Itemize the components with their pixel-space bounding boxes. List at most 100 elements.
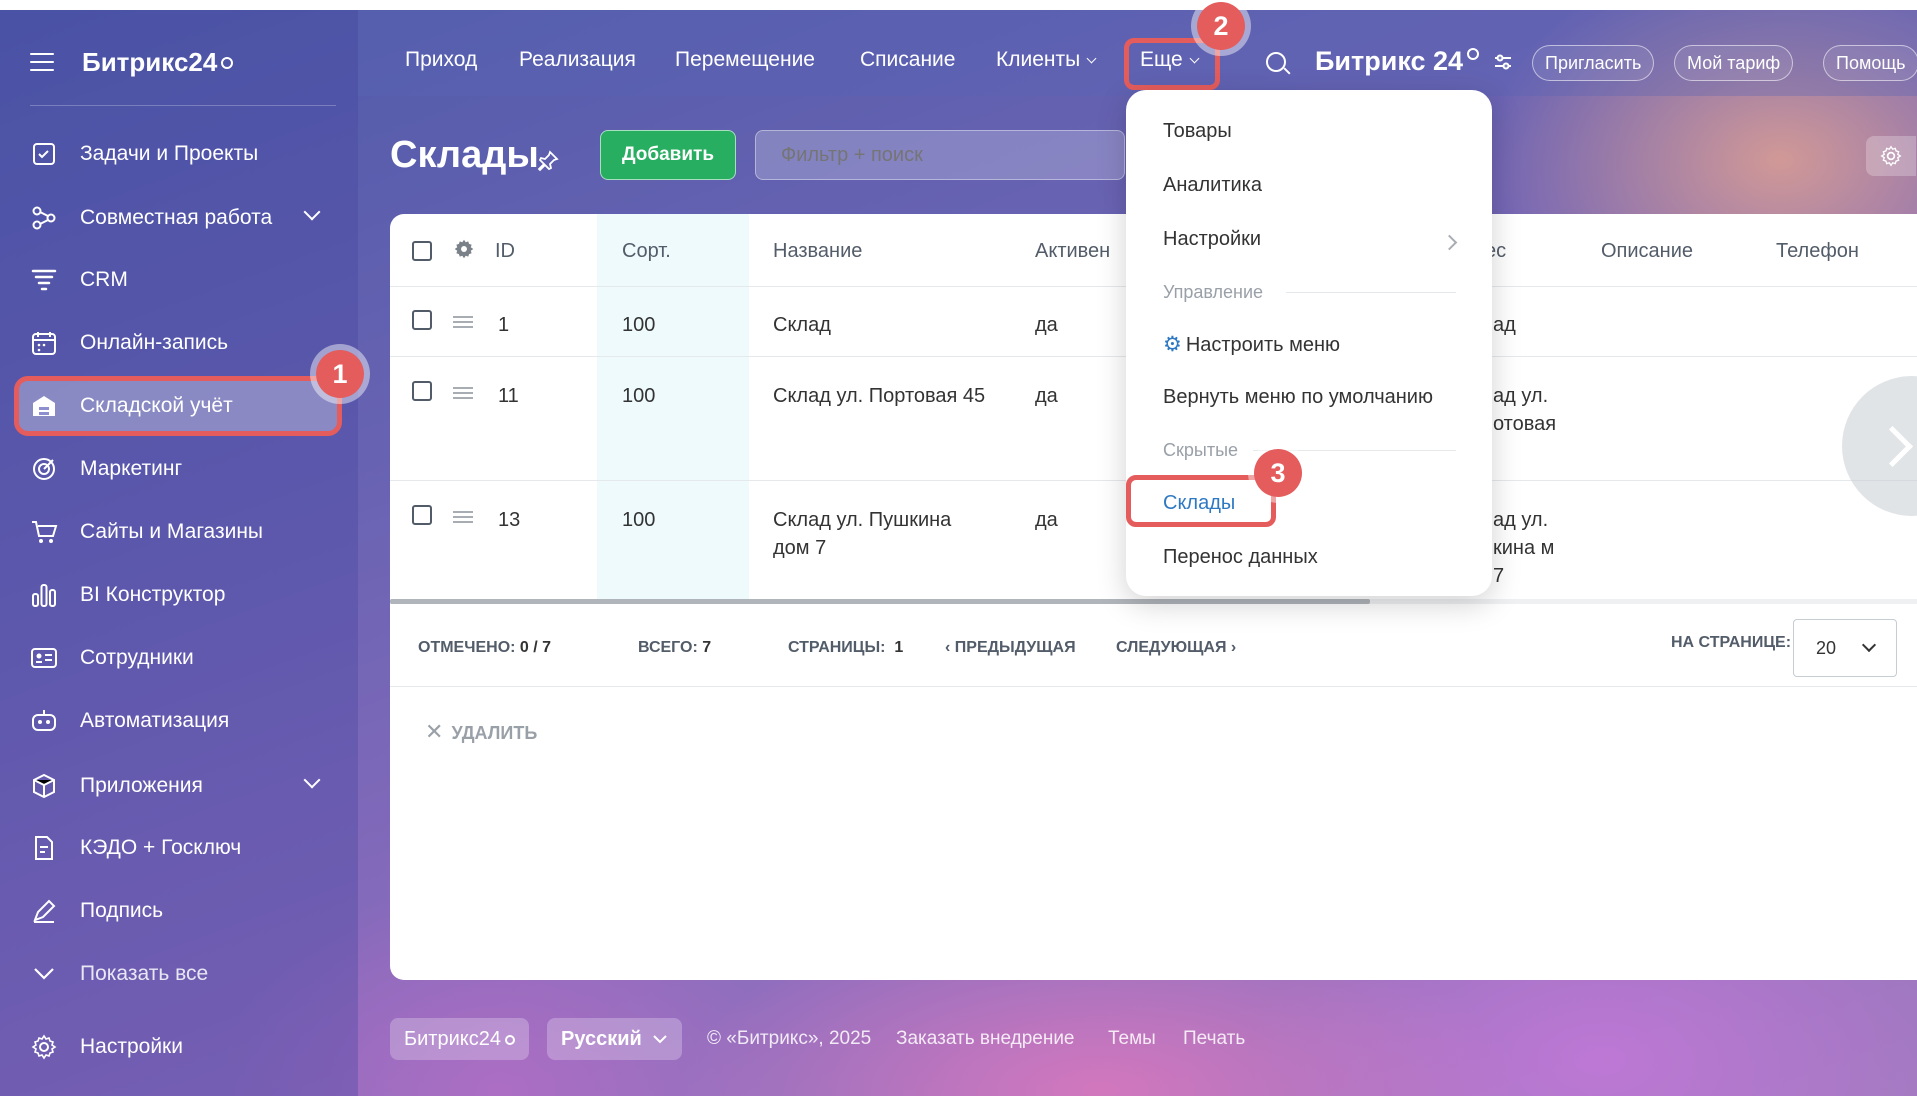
column-header-phone[interactable]: Телефон <box>1776 237 1859 265</box>
sidebar-item-signature[interactable]: Подпись <box>18 885 338 937</box>
footer-divider <box>390 686 1917 687</box>
sidebar-item-warehouse[interactable]: Складской учёт <box>14 376 342 436</box>
sidebar-item-settings[interactable]: Настройки <box>18 1021 338 1073</box>
per-page-select[interactable]: 20 <box>1793 619 1897 677</box>
sidebar-item-label: BI Конструктор <box>80 583 226 606</box>
cell-name[interactable]: Склад <box>773 311 831 339</box>
sidebar-item-crm[interactable]: CRM <box>18 254 338 306</box>
sidebar-item-tasks[interactable]: Задачи и Проекты <box>18 128 338 180</box>
drag-handle-icon[interactable] <box>453 387 473 399</box>
cell-name[interactable]: Склад ул. Пушкина дом 7 <box>773 506 988 562</box>
prev-page-link[interactable]: ‹ ПРЕДЫДУЩАЯ <box>945 639 1076 657</box>
add-button[interactable]: Добавить <box>600 130 736 180</box>
sidebar-item-marketing[interactable]: Маркетинг <box>18 443 338 495</box>
sidebar-item-sites[interactable]: Сайты и Магазины <box>18 506 338 558</box>
drag-handle-icon[interactable] <box>453 316 473 328</box>
chevron-down-icon[interactable] <box>303 203 321 221</box>
language-select[interactable]: Русский <box>547 1018 682 1060</box>
menu-item-configure[interactable]: ⚙ Настроить меню <box>1163 332 1340 357</box>
cart-icon <box>30 518 58 546</box>
cell-id: 13 <box>498 509 521 531</box>
menu-section-divider <box>1286 292 1456 293</box>
sidebar-header: Битрикс24 <box>30 40 234 84</box>
row-checkbox[interactable] <box>412 310 432 330</box>
step-badge-1: 1 <box>316 350 364 398</box>
sidebar-item-employees[interactable]: Сотрудники <box>18 632 338 684</box>
sidebar-item-label: Сайты и Магазины <box>80 520 264 543</box>
logo[interactable]: Битрикс24 <box>82 47 217 78</box>
sidebar-item-label: Подпись <box>80 899 164 922</box>
row-checkbox[interactable] <box>412 381 432 401</box>
themes-link[interactable]: Темы <box>1108 1028 1156 1050</box>
gear-icon: ⚙ <box>1163 333 1182 356</box>
collab-icon <box>30 204 58 232</box>
invite-button[interactable]: Пригласить <box>1532 45 1655 81</box>
filter-search-input[interactable] <box>755 130 1125 180</box>
page-title: Склады <box>390 134 539 176</box>
column-header-sort[interactable]: Сорт. <box>622 237 671 265</box>
column-header-active[interactable]: Активен <box>1035 237 1110 265</box>
top-navigation: Приход Реализация Перемещение Списание К… <box>358 10 1917 96</box>
step-badge-2: 2 <box>1197 2 1245 50</box>
close-icon: ✕ <box>425 719 444 744</box>
robot-icon <box>30 707 58 735</box>
calendar-icon <box>30 329 58 357</box>
cell-name[interactable]: Склад ул. Портовая 45 <box>773 382 988 410</box>
search-icon[interactable] <box>1266 52 1286 72</box>
column-header-id[interactable]: ID <box>495 237 515 265</box>
brand-logo[interactable]: Битрикс 24 <box>1315 46 1513 77</box>
chevron-down-icon[interactable] <box>303 771 321 789</box>
column-settings-gear-icon[interactable] <box>453 238 475 265</box>
horizontal-scrollbar[interactable] <box>390 599 1370 604</box>
menu-item-sklady[interactable]: Склады <box>1163 492 1235 515</box>
per-page-value: 20 <box>1816 637 1837 658</box>
target-icon <box>30 455 58 483</box>
sidebar-item-label: Сотрудники <box>80 646 194 669</box>
row-checkbox[interactable] <box>412 505 432 525</box>
settings-sliders-icon[interactable] <box>1493 54 1513 70</box>
sidebar-item-online-booking[interactable]: Онлайн-запись <box>18 317 338 369</box>
sidebar-show-all[interactable]: Показать все <box>18 948 338 1000</box>
pin-icon[interactable] <box>537 150 559 178</box>
menu-item-reset[interactable]: Вернуть меню по умолчанию <box>1163 386 1433 409</box>
nav-item-clients[interactable]: Клиенты <box>996 48 1097 72</box>
sidebar-item-label: Онлайн-запись <box>80 331 229 354</box>
sidebar-item-apps[interactable]: Приложения <box>18 760 338 812</box>
id-card-icon <box>30 644 58 672</box>
pages-value: 1 <box>894 639 904 656</box>
grid-settings-gear-icon[interactable] <box>1866 136 1916 176</box>
next-page-link[interactable]: СЛЕДУЮЩАЯ › <box>1116 639 1236 657</box>
sidebar-item-bi[interactable]: BI Конструктор <box>18 569 338 621</box>
nav-item-peremeshchenie[interactable]: Перемещение <box>675 48 815 72</box>
column-header-description[interactable]: Описание <box>1601 237 1693 265</box>
print-link[interactable]: Печать <box>1183 1028 1245 1050</box>
footer-brand-button[interactable]: Битрикс24 <box>390 1018 529 1060</box>
order-implementation-link[interactable]: Заказать внедрение <box>896 1028 1075 1050</box>
menu-burger-icon[interactable] <box>30 53 54 71</box>
clock-icon <box>1467 48 1480 60</box>
menu-item-analytics[interactable]: Аналитика <box>1163 174 1262 197</box>
menu-item-data-transfer[interactable]: Перенос данных <box>1163 546 1318 569</box>
sidebar-divider <box>30 105 336 106</box>
highlight-more <box>1124 38 1220 90</box>
select-all-checkbox[interactable] <box>412 241 432 261</box>
delete-label: УДАЛИТЬ <box>451 723 538 743</box>
brand-text: Битрикс 24 <box>1315 46 1464 76</box>
delete-action[interactable]: ✕ УДАЛИТЬ <box>425 719 537 745</box>
tariff-button[interactable]: Мой тариф <box>1674 45 1794 81</box>
chevron-right-icon <box>1441 234 1458 251</box>
drag-handle-icon[interactable] <box>453 511 473 523</box>
menu-item-settings[interactable]: Настройки <box>1163 228 1261 251</box>
cell-sort: 100 <box>622 385 656 407</box>
nav-item-spisanie[interactable]: Списание <box>860 48 955 72</box>
chevron-left-icon: ‹ <box>945 639 951 656</box>
sidebar-item-automation[interactable]: Автоматизация <box>18 695 338 747</box>
nav-item-prikhod[interactable]: Приход <box>405 48 477 72</box>
sidebar-item-collab[interactable]: Совместная работа <box>18 192 338 244</box>
menu-item-products[interactable]: Товары <box>1163 120 1232 143</box>
nav-item-realizatsiya[interactable]: Реализация <box>519 48 636 72</box>
sidebar-item-kedo[interactable]: КЭДО + Госключ <box>18 822 338 874</box>
help-button[interactable]: Помощь <box>1823 45 1917 81</box>
chevron-down-icon <box>1861 637 1877 653</box>
column-header-name[interactable]: Название <box>773 237 862 265</box>
